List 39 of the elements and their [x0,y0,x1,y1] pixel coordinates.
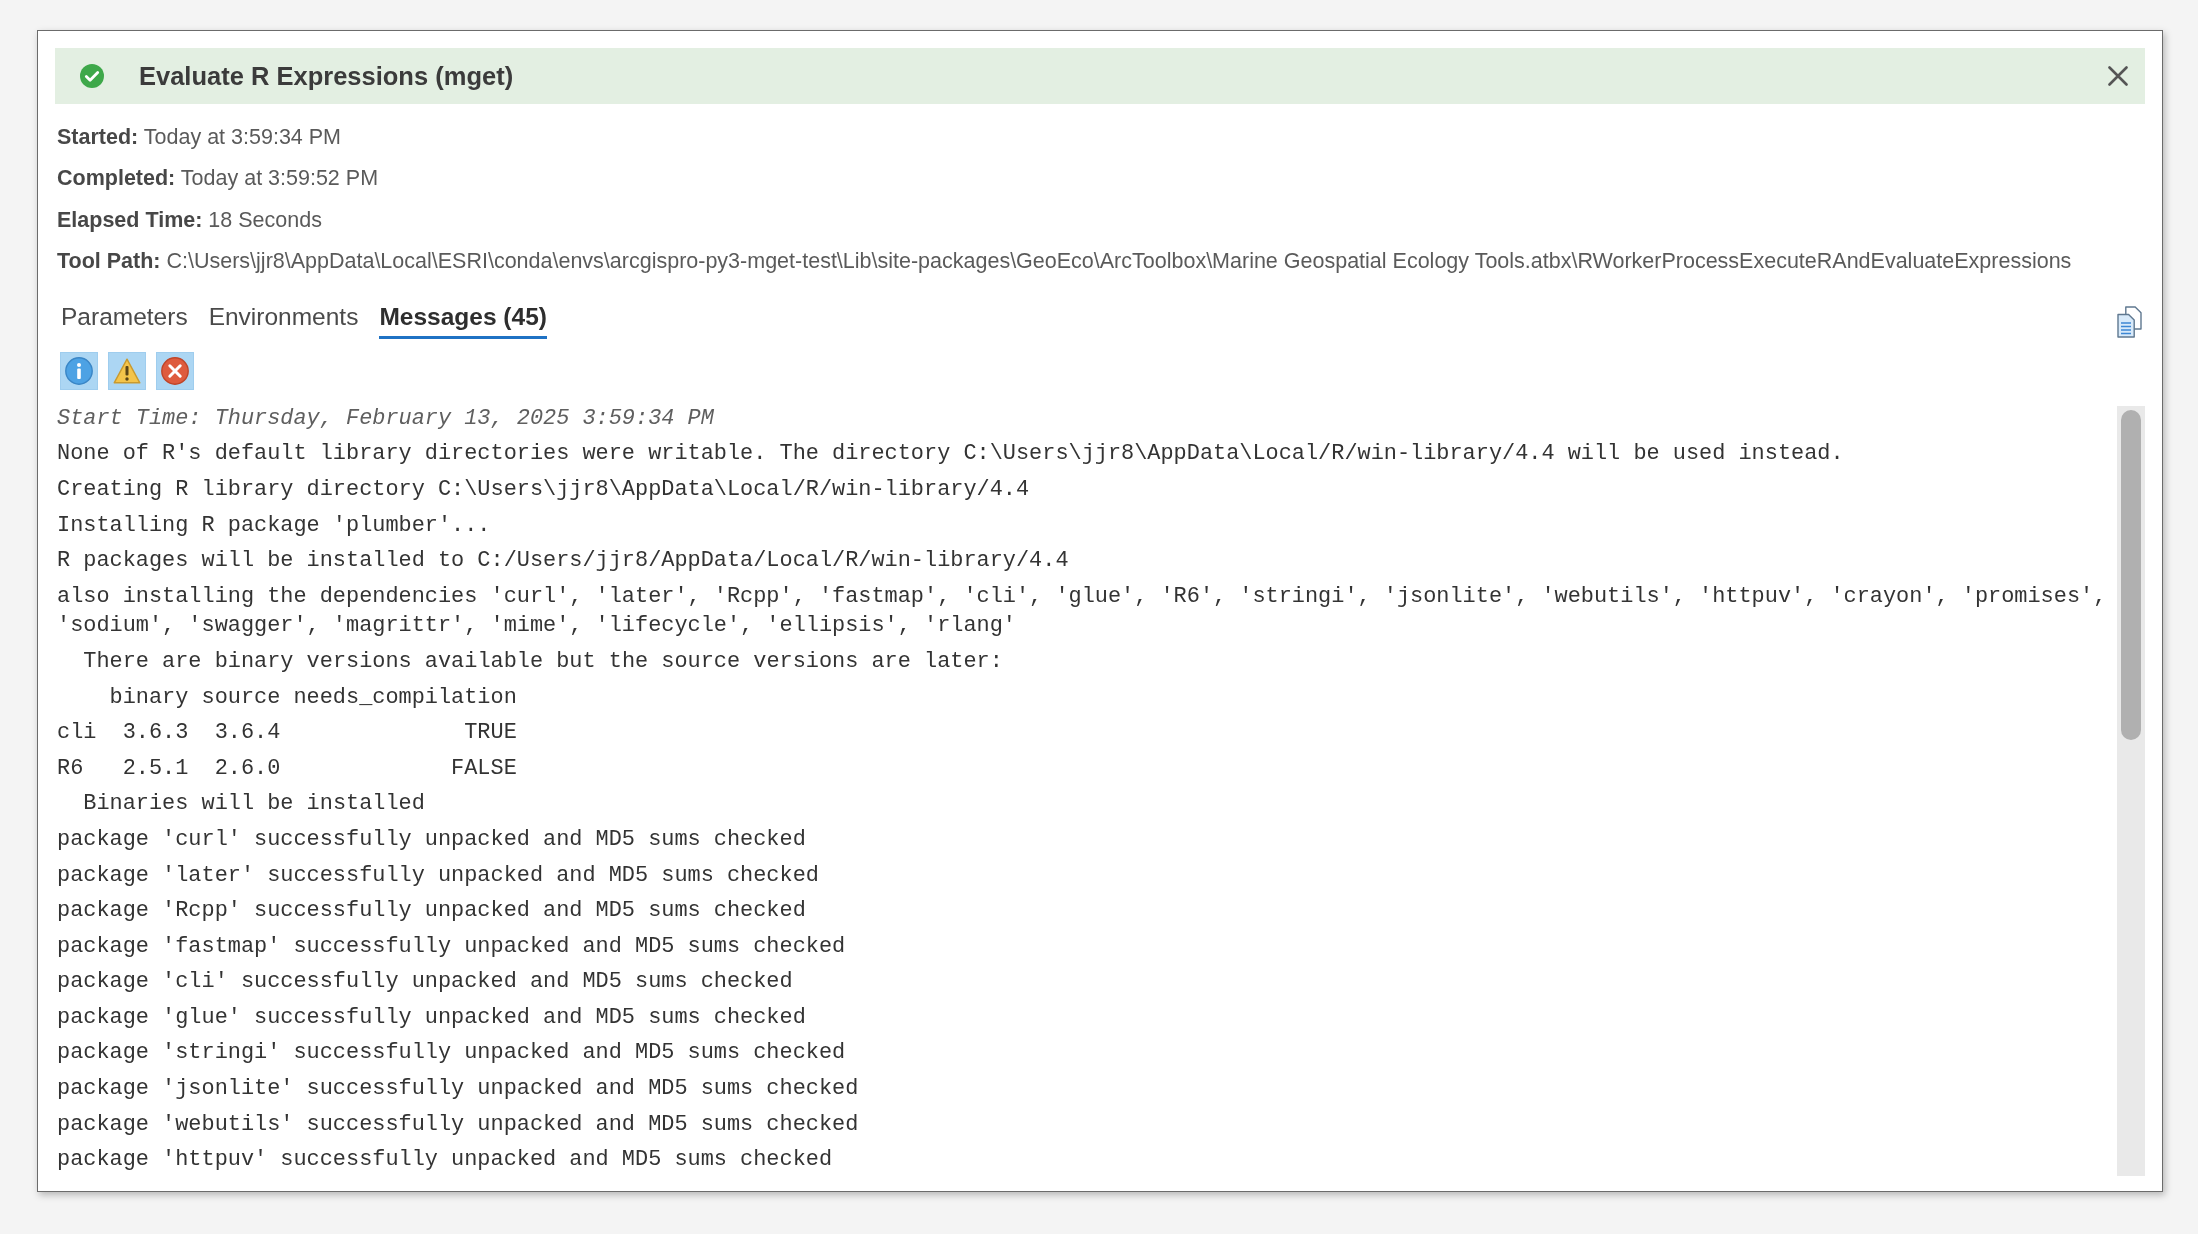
warning-filter-button[interactable] [108,351,146,390]
message-line: package 'stringi' successfully unpacked and MD5 sums checked [57,1039,846,1068]
info-icon [65,356,93,385]
start-time-line: Start Time: Thursday, February 13, 2025 3:59:34 PM [57,404,714,433]
message-line: R6 2.5.1 2.6.0 FALSE [57,754,517,783]
detail-line: Started: Today at 3:59:34 PM [57,124,342,151]
message-line: There are binary versions available but the source versions are later: [82,647,1003,676]
detail-line: Tool Path: C:\Users\jjr8\AppData\Local\ESRI\conda\envs\arcgispro-py3-mget-test\Lib\site-packages\GeoEco\ArcToolbox\Marine Geospatial Ecology Tools.atbx\RWorkerProcessExecuteRAndEvaluateExpressions [57,247,2072,275]
message-line: binary source needs_compilation [108,683,517,712]
tab[interactable]: Parameters [61,301,188,339]
message-line: also installing the dependencies 'curl', 'later', 'Rcpp', 'fastmap', 'cli', 'glue', 'R6', 'stringi', 'jsonlite', 'webutils', 'httpuv', 'crayon', 'promises', 'sodium', 'swagger', 'magrittr', 'mime', 'lifecycle', 'ellipsis', 'rlang' [57,582,2108,641]
message-line: package 'glue' successfully unpacked and MD5 sums checked [57,1003,806,1032]
message-line: package 'curl' successfully unpacked and MD5 sums checked [57,825,806,854]
message-line: Binaries will be installed [82,790,425,819]
message-line: package 'jsonlite' successfully unpacked and MD5 sums checked [57,1075,859,1104]
error-icon [161,356,189,385]
close-icon [2108,66,2128,86]
message-line: R packages will be installed to C:/Users/jjr8/AppData/Local/R/win-library/4.4 [57,547,1069,576]
warning-icon [113,357,141,384]
info-filter-button[interactable] [60,351,98,390]
dialog-title: Evaluate R Expressions (mget) [139,61,514,92]
message-line: package 'later' successfully unpacked and MD5 sums checked [57,861,819,890]
tab[interactable]: Messages (45) [379,301,547,339]
message-line: Installing R package 'plumber'... [57,511,491,540]
copy-icon[interactable] [2115,305,2145,338]
message-line: package 'webutils' successfully unpacked and MD5 sums checked [57,1110,859,1139]
message-line: package 'httpuv' successfully unpacked and MD5 sums checked [57,1146,833,1175]
message-line: None of R's default library directories were writable. The directory C:\Users\jjr8\AppData\Local/R/win-library/4.4 will be used instead. [57,440,1844,469]
message-line: Creating R library directory C:\Users\jjr8\AppData\Local/R/win-library/4.4 [57,476,1030,505]
scrollbar-thumb[interactable] [2121,409,2141,740]
message-line: cli 3.6.3 3.6.4 TRUE [57,719,517,748]
message-line: package 'fastmap' successfully unpacked and MD5 sums checked [57,932,846,961]
close-button[interactable] [2107,65,2129,87]
tab[interactable]: Environments [208,301,359,339]
message-line: package 'Rcpp' successfully unpacked and MD5 sums checked [57,897,806,926]
detail-line: Completed: Today at 3:59:52 PM [57,165,379,193]
detail-line: Elapsed Time: 18 Seconds [57,206,322,234]
error-filter-button[interactable] [156,351,194,390]
message-line: package 'cli' successfully unpacked and MD5 sums checked [57,968,793,997]
